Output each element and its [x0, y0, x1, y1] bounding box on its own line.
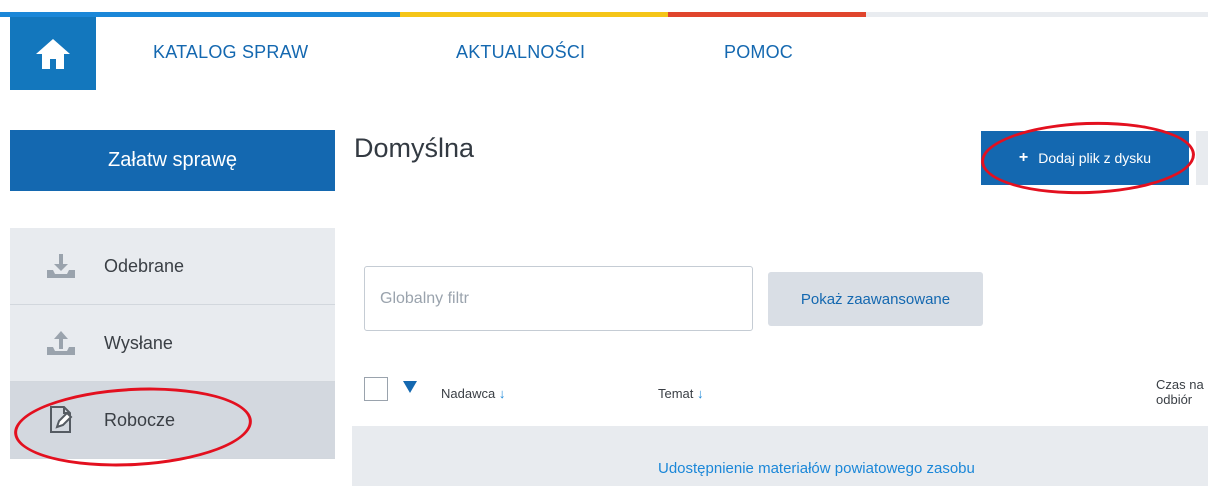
sidebar-item-label: Wysłane — [104, 332, 173, 353]
home-button[interactable] — [10, 17, 96, 90]
table-row[interactable] — [352, 426, 1208, 486]
edit-document-icon — [44, 405, 78, 435]
upload-tray-icon — [44, 328, 78, 358]
column-label-line1: Czas na — [1156, 377, 1204, 392]
home-icon — [36, 38, 70, 69]
zalatw-sprawe-button[interactable]: Załatw sprawę — [10, 130, 335, 191]
top-strip-yellow — [400, 12, 668, 17]
plus-icon: + — [1018, 149, 1029, 166]
download-tray-icon — [44, 251, 78, 281]
page-title: Domyślna — [354, 133, 475, 163]
sidebar-item-odebrane[interactable]: Odebrane — [10, 228, 335, 305]
column-header-czas-na-odbior[interactable]: Czas na odbiór — [1156, 377, 1204, 408]
sidebar-item-label: Odebrane — [104, 255, 185, 276]
top-strip-grey — [866, 12, 1208, 17]
sidebar-item-label: Robocze — [104, 409, 176, 430]
sidebar-item-wyslane[interactable]: Wysłane — [10, 305, 335, 382]
nav-pomoc[interactable]: POMOC — [724, 42, 793, 63]
sidebar-item-robocze[interactable]: Robocze — [10, 382, 335, 459]
nav-katalog-spraw[interactable]: KATALOG SPRAW — [153, 42, 308, 63]
sort-arrow-icon: ↓ — [697, 386, 704, 401]
secondary-toolbar-button[interactable] — [1196, 131, 1208, 185]
show-advanced-button[interactable]: Pokaż zaawansowane — [768, 272, 983, 326]
column-label: Temat — [658, 386, 694, 401]
dropdown-triangle-icon[interactable] — [402, 380, 418, 394]
sidebar: Odebrane Wysłane Robocze — [10, 228, 335, 459]
nav-aktualnosci[interactable]: AKTUALNOŚCI — [456, 42, 585, 63]
select-all-checkbox[interactable] — [364, 377, 388, 401]
global-filter-input[interactable] — [364, 266, 753, 331]
column-header-nadawca[interactable]: Nadawca ↓ — [441, 386, 505, 401]
sort-arrow-icon: ↓ — [498, 386, 506, 401]
row-subject-link[interactable]: Udostępnienie materiałów powiatowego zas… — [658, 460, 975, 477]
column-label: Nadawca — [441, 386, 496, 401]
add-file-button[interactable]: + Dodaj plik z dysku — [981, 131, 1189, 185]
column-header-temat[interactable]: Temat ↓ — [658, 386, 704, 401]
add-file-label: Dodaj plik z dysku — [1038, 150, 1152, 166]
column-label-line2: odbiór — [1156, 391, 1193, 407]
top-strip-red — [668, 12, 866, 17]
